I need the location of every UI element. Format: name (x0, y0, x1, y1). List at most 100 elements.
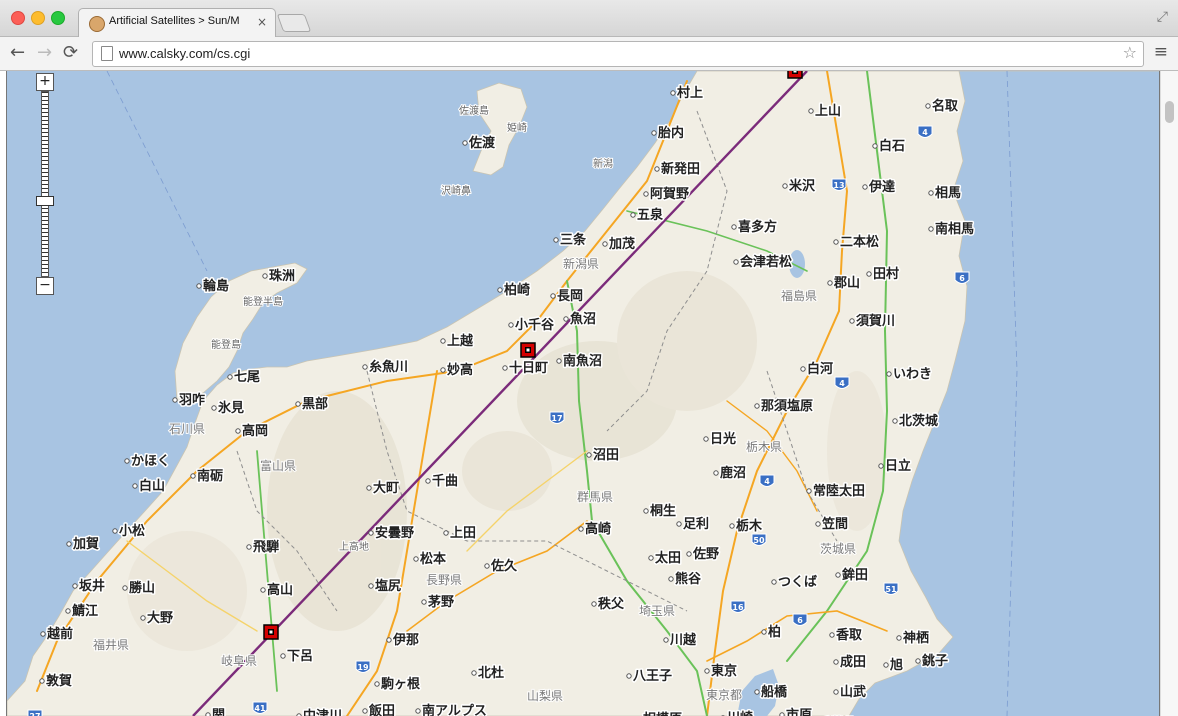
city-dot-icon (883, 662, 889, 668)
city-name: 黒部 (302, 396, 328, 412)
route-number: 4 (922, 128, 928, 137)
tab-close-icon[interactable]: × (257, 15, 267, 29)
city-name: 足利 (683, 516, 709, 532)
city-dot-icon (362, 708, 368, 714)
city-dot-icon (872, 143, 878, 149)
new-tab-button[interactable] (276, 14, 312, 32)
place-label: 能登島 (211, 338, 241, 351)
prefecture-label: 福井県 (93, 637, 129, 652)
city-name: 川崎 (726, 710, 753, 716)
city-dot-icon (808, 108, 814, 114)
city-dot-icon (729, 523, 735, 529)
city-name: 魚沼 (570, 311, 596, 327)
favicon-icon (89, 16, 105, 32)
city-dot-icon (66, 541, 72, 547)
city-dot-icon (196, 283, 202, 289)
fullscreen-icon[interactable]: ⤢ (1157, 9, 1168, 25)
city-name: 高崎 (585, 521, 611, 537)
city-dot-icon (578, 526, 584, 532)
reload-button[interactable]: ⟳ (63, 42, 78, 64)
city-dot-icon (648, 555, 654, 561)
city-dot-icon (703, 436, 709, 442)
route-shield-icon: 16 (730, 600, 746, 613)
city-name: 日立 (885, 458, 911, 474)
chrome-menu-icon[interactable]: ≡ (1154, 42, 1168, 62)
city-name: 敦賀 (46, 673, 72, 689)
zoom-out-button[interactable]: − (36, 277, 54, 295)
city-dot-icon (374, 681, 380, 687)
route-number: 41 (254, 704, 266, 713)
city-name: 東京 (711, 663, 737, 679)
window-close-button[interactable] (11, 11, 25, 25)
scrollbar-thumb[interactable] (1165, 101, 1174, 123)
city-name: 市原 (786, 707, 812, 716)
page-icon (101, 46, 113, 61)
vertical-scrollbar[interactable] (1160, 71, 1178, 716)
zoom-in-button[interactable]: + (36, 73, 54, 91)
place-label: 新潟 (593, 157, 613, 170)
satellite-position-marker[interactable] (520, 342, 536, 358)
city-name: 鉾田 (842, 567, 868, 583)
address-bar[interactable]: www.calsky.com/cs.cgi ☆ (92, 41, 1144, 67)
city-dot-icon (550, 293, 556, 299)
city-dot-icon (440, 338, 446, 344)
city-name: 村上 (677, 85, 703, 101)
city-name: 須賀川 (855, 313, 895, 329)
bookmark-star-icon[interactable]: ☆ (1123, 43, 1137, 62)
city-name: 秩父 (598, 596, 625, 612)
route-shield-icon: 13 (831, 178, 847, 191)
city-name: 田村 (873, 266, 899, 282)
city-name: 北杜 (478, 665, 504, 681)
city-dot-icon (630, 212, 636, 218)
city-dot-icon (386, 637, 392, 643)
window-minimize-button[interactable] (31, 11, 45, 25)
browser-tab[interactable]: Artificial Satellites > Sun/M × (78, 8, 276, 37)
city-name: 小千谷 (515, 317, 555, 333)
city-dot-icon (676, 521, 682, 527)
satellite-position-marker[interactable] (787, 71, 803, 79)
city-dot-icon (663, 637, 669, 643)
city-label: かほく (124, 453, 172, 471)
city-dot-icon (866, 271, 872, 277)
city-dot-icon (733, 259, 739, 265)
prefecture-label: 栃木県 (746, 440, 782, 454)
city-dot-icon (124, 458, 130, 464)
city-dot-icon (643, 191, 649, 197)
route-shield-icon: 19 (355, 660, 371, 673)
city-label: 相模原 (642, 710, 684, 716)
city-dot-icon (806, 488, 812, 494)
prefecture-label: 石川県 (169, 422, 205, 436)
city-name: 高岡 (242, 423, 268, 439)
city-name: 長岡 (557, 289, 583, 304)
city-name: 米沢 (789, 178, 816, 194)
forward-button[interactable]: → (37, 42, 52, 64)
city-name: 神栖 (903, 630, 929, 646)
city-name: 名取 (932, 98, 959, 114)
back-button[interactable]: ← (10, 42, 25, 64)
browser-toolbar: ← → ⟳ www.calsky.com/cs.cgi ☆ ≡ (0, 37, 1178, 71)
city-name: 旭 (889, 657, 903, 673)
zoom-slider-track[interactable] (41, 91, 49, 277)
city-name: 千曲 (432, 473, 458, 489)
window-maximize-button[interactable] (51, 11, 65, 25)
city-label: 小千谷 (508, 316, 557, 335)
city-name: 佐久 (490, 558, 518, 574)
map-frame[interactable]: 新潟県福島県石川県栃木県富山県群馬県茨城県長野県埼玉県福井県岐阜県東京都 山梨県 千… (6, 71, 1160, 716)
city-dot-icon (862, 184, 868, 190)
city-name: 笠間 (821, 516, 848, 532)
city-dot-icon (112, 528, 118, 534)
city-dot-icon (260, 587, 266, 593)
city-name: 上田 (450, 526, 476, 541)
map[interactable]: 新潟県福島県石川県栃木県富山県群馬県茨城県長野県埼玉県福井県岐阜県東京都 山梨県 千… (7, 71, 1159, 716)
city-dot-icon (65, 608, 71, 614)
city-dot-icon (425, 478, 431, 484)
prefecture-label: 東京都 (706, 688, 742, 702)
city-name: 新発田 (661, 161, 700, 177)
url-text[interactable]: www.calsky.com/cs.cgi (119, 46, 250, 61)
city-dot-icon (227, 374, 233, 380)
route-number: 19 (357, 663, 369, 672)
city-dot-icon (829, 632, 835, 638)
city-name: 糸魚川 (369, 359, 408, 375)
zoom-slider-handle[interactable] (36, 196, 54, 206)
satellite-position-marker[interactable] (263, 624, 279, 640)
